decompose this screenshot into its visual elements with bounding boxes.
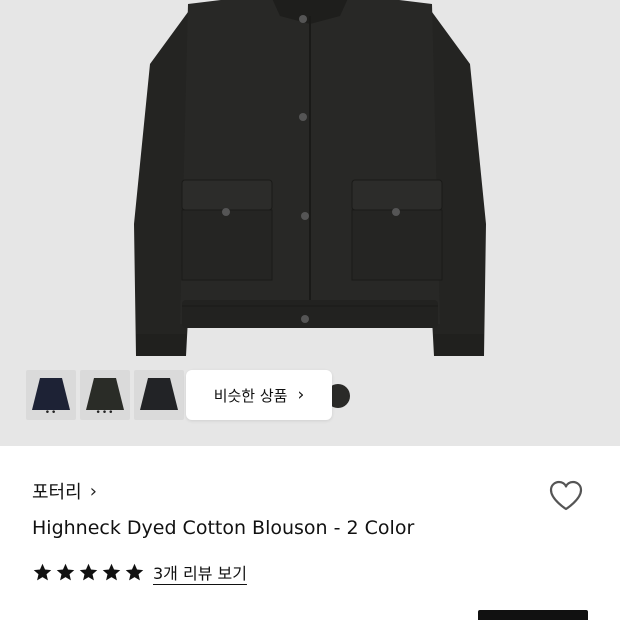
chevron-right-icon: › <box>297 385 305 405</box>
thumbnail-black[interactable] <box>134 370 184 420</box>
star-icon <box>79 563 98 580</box>
color-count-indicator: •• <box>44 408 58 418</box>
product-detail-page: •• ••• 비슷한 상품 › 포터리 › Highneck Dyed Cott… <box>0 0 620 620</box>
star-icon <box>56 563 75 580</box>
thumbnail-olive[interactable]: ••• <box>80 370 130 420</box>
chevron-right-icon: › <box>89 480 97 502</box>
review-link[interactable]: 3개 리뷰 보기 <box>153 560 247 584</box>
thumbnail-image <box>140 378 178 410</box>
brand-name: 포터리 <box>32 482 82 503</box>
star-rating <box>32 562 147 583</box>
star-icon <box>102 563 121 580</box>
similar-products-button[interactable]: 비슷한 상품 › <box>186 370 332 420</box>
rating-row: 3개 리뷰 보기 <box>32 560 247 584</box>
bottom-action-button[interactable] <box>478 610 588 620</box>
jacket-photo <box>134 0 486 356</box>
similar-products-label: 비슷한 상품 <box>213 386 288 405</box>
thumbnail-navy[interactable]: •• <box>26 370 76 420</box>
star-icon <box>125 563 144 580</box>
brand-link[interactable]: 포터리 › <box>32 478 97 504</box>
product-title: Highneck Dyed Cotton Blouson - 2 Color <box>32 517 415 539</box>
star-icon <box>33 563 52 580</box>
heart-icon[interactable] <box>546 476 586 516</box>
product-image[interactable]: •• ••• 비슷한 상품 › <box>0 0 620 446</box>
color-count-indicator: ••• <box>95 408 115 418</box>
